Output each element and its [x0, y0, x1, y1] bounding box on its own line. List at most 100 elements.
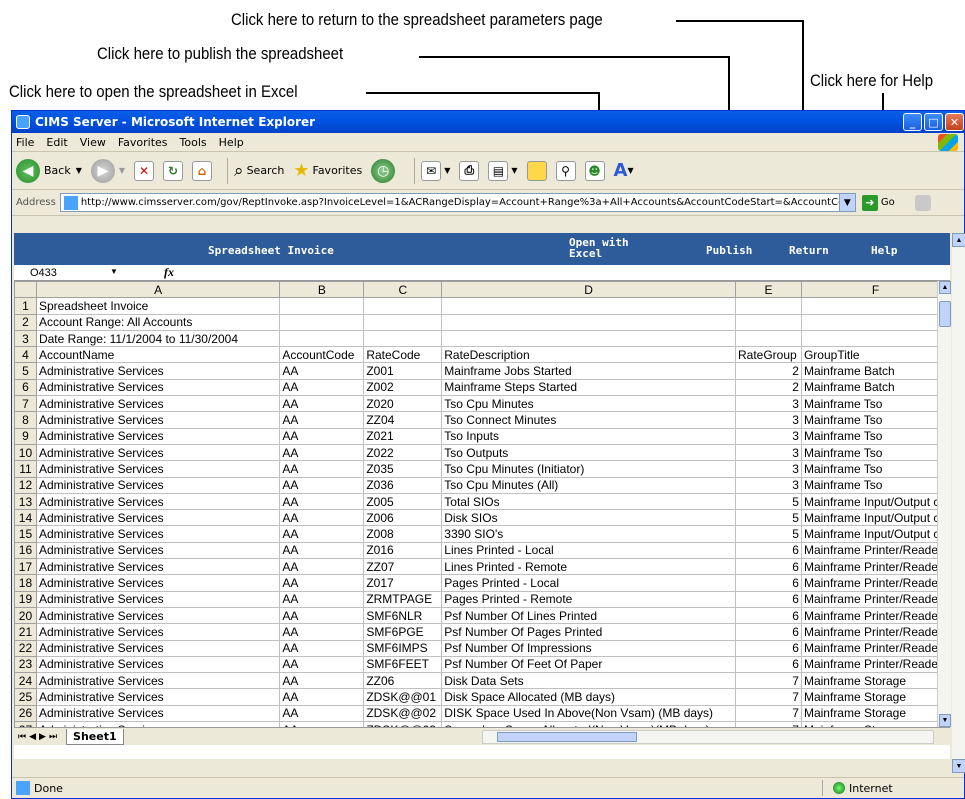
sheet-cell[interactable]: Mainframe Tso: [800, 443, 951, 462]
sheet-cell[interactable]: AA: [279, 476, 365, 494]
font-size-icon[interactable]: A: [614, 160, 628, 181]
row-header[interactable]: 13: [14, 492, 37, 511]
sheet-cell[interactable]: Mainframe Jobs Started: [441, 362, 736, 380]
sheet-cell[interactable]: AA: [279, 443, 365, 462]
sheet-cell[interactable]: AccountCode: [279, 346, 365, 364]
sheet-cell[interactable]: AA: [279, 574, 365, 592]
column-header[interactable]: F: [800, 280, 951, 299]
sheet-cell[interactable]: ZZ06: [363, 672, 443, 690]
sheet-cell[interactable]: 6: [735, 655, 802, 674]
edit-icon[interactable]: ▤: [488, 160, 509, 181]
sheet-cell[interactable]: Tso Connect Minutes: [441, 411, 736, 429]
back-button[interactable]: ◀ Back ▼: [16, 158, 82, 183]
open-excel-button[interactable]: Open with Excel: [569, 237, 631, 259]
sheet-cell[interactable]: Z016: [363, 541, 443, 560]
row-header[interactable]: 2: [14, 313, 37, 331]
sheet-cell[interactable]: 2: [735, 362, 802, 380]
sheet-cell[interactable]: [441, 297, 736, 315]
sheet-cell[interactable]: Disk Space Allocated (MB days): [441, 688, 736, 706]
column-header[interactable]: A: [35, 280, 281, 299]
sheet-cell[interactable]: Mainframe Printer/Reader: [800, 590, 951, 608]
research-icon[interactable]: ⚲: [555, 160, 576, 181]
sheet-cell[interactable]: AA: [279, 525, 365, 543]
row-header[interactable]: 10: [14, 443, 37, 462]
sheet-cell[interactable]: [735, 313, 802, 331]
sheet-cell[interactable]: 5: [735, 492, 802, 511]
sheet-cell[interactable]: Administrative Services: [35, 704, 281, 723]
sheet-cell[interactable]: ZRMTPAGE: [363, 590, 443, 608]
page-scroll-down-icon[interactable]: ▼: [952, 759, 965, 773]
sheet-cell[interactable]: [735, 329, 802, 348]
menu-help[interactable]: Help: [219, 136, 244, 149]
sheet-cell[interactable]: Administrative Services: [35, 558, 281, 576]
sheet-cell[interactable]: DISK Space Used In Above(Non Vsam) (MB d…: [441, 704, 736, 723]
return-button[interactable]: Return: [789, 244, 829, 257]
name-box[interactable]: O433 ▼: [14, 265, 144, 280]
sheet-cell[interactable]: Z005: [363, 492, 443, 511]
sheet-cell[interactable]: 3390 SIO's: [441, 525, 736, 543]
sheet-cell[interactable]: 6: [735, 574, 802, 592]
sheet-cell[interactable]: Administrative Services: [35, 606, 281, 625]
sheet-cell[interactable]: GroupTitle: [800, 346, 951, 364]
sheet-cell[interactable]: 7: [735, 672, 802, 690]
sheet-cell[interactable]: Psf Number Of Feet Of Paper: [441, 655, 736, 674]
sheet-cell[interactable]: Disk Data Sets: [441, 672, 736, 690]
discuss-icon[interactable]: [526, 160, 547, 181]
sheet-cell[interactable]: [800, 297, 951, 315]
sheet-cell[interactable]: 2: [735, 378, 802, 397]
sheet-cell[interactable]: [363, 297, 443, 315]
row-header[interactable]: 24: [14, 672, 37, 690]
row-header[interactable]: 9: [14, 427, 37, 445]
sheet-cell[interactable]: Administrative Services: [35, 460, 281, 478]
sheet-cell[interactable]: AA: [279, 639, 365, 657]
menu-favorites[interactable]: Favorites: [118, 136, 168, 149]
sheet-cell[interactable]: Date Range: 11/1/2004 to 11/30/2004: [35, 329, 281, 348]
sheet-cell[interactable]: [441, 313, 736, 331]
sheet-cell[interactable]: AA: [279, 492, 365, 511]
sheet-cell[interactable]: Mainframe Input/Output ch: [800, 525, 951, 543]
edit-dropdown-icon[interactable]: ▼: [511, 166, 517, 175]
sheet-cell[interactable]: Administrative Services: [35, 378, 281, 397]
sheet-cell[interactable]: Mainframe Tso: [800, 411, 951, 429]
row-header[interactable]: 23: [14, 655, 37, 674]
sheet-cell[interactable]: Tso Cpu Minutes (All): [441, 476, 736, 494]
scroll-thumb[interactable]: [939, 301, 951, 327]
sheet-cell[interactable]: Administrative Services: [35, 492, 281, 511]
row-header[interactable]: 14: [14, 509, 37, 527]
sheet-cell[interactable]: [800, 313, 951, 331]
sheet-cell[interactable]: Mainframe Steps Started: [441, 378, 736, 397]
sheet-cell[interactable]: AA: [279, 558, 365, 576]
sheet-cell[interactable]: 3: [735, 411, 802, 429]
sheet-cell[interactable]: ZDSK@@01: [363, 688, 443, 706]
sheet-cell[interactable]: Z022: [363, 443, 443, 462]
row-header[interactable]: 21: [14, 623, 37, 641]
sheet-vertical-scrollbar[interactable]: ▲ ▼: [937, 281, 951, 727]
minimize-button[interactable]: _: [903, 113, 922, 131]
sheet-cell[interactable]: Administrative Services: [35, 672, 281, 690]
sheet-cell[interactable]: [735, 297, 802, 315]
sheet-cell[interactable]: Z020: [363, 395, 443, 413]
column-header[interactable]: B: [279, 280, 365, 299]
scroll-down-icon[interactable]: ▼: [939, 714, 951, 727]
sheet-cell[interactable]: Mainframe Printer/Reader: [800, 655, 951, 674]
stop-icon[interactable]: ✕: [134, 160, 155, 181]
sheet-cell[interactable]: Z035: [363, 460, 443, 478]
print-icon[interactable]: ⎙: [459, 160, 480, 181]
sheet-cell[interactable]: AccountName: [35, 346, 281, 364]
sheet-cell[interactable]: Mainframe Storage: [800, 704, 951, 723]
sheet-cell[interactable]: Administrative Services: [35, 411, 281, 429]
page-vertical-scrollbar[interactable]: ▲ ▼: [952, 233, 965, 773]
sheet-cell[interactable]: Lines Printed - Local: [441, 541, 736, 560]
sheet-cell[interactable]: [279, 297, 365, 315]
sheet-cell[interactable]: AA: [279, 378, 365, 397]
sheet-tab[interactable]: Sheet1: [66, 728, 124, 745]
row-header[interactable]: 5: [14, 362, 37, 380]
sheet-cell[interactable]: Psf Number Of Lines Printed: [441, 606, 736, 625]
sheet-cell[interactable]: AA: [279, 509, 365, 527]
row-header[interactable]: 6: [14, 378, 37, 397]
favorites-button[interactable]: ★ Favorites: [293, 160, 362, 181]
sheet-cell[interactable]: Mainframe Tso: [800, 427, 951, 445]
sheet-cell[interactable]: ZDSK@@02: [363, 704, 443, 723]
name-box-dropdown-icon[interactable]: ▼: [110, 267, 118, 276]
sheet-cell[interactable]: AA: [279, 704, 365, 723]
